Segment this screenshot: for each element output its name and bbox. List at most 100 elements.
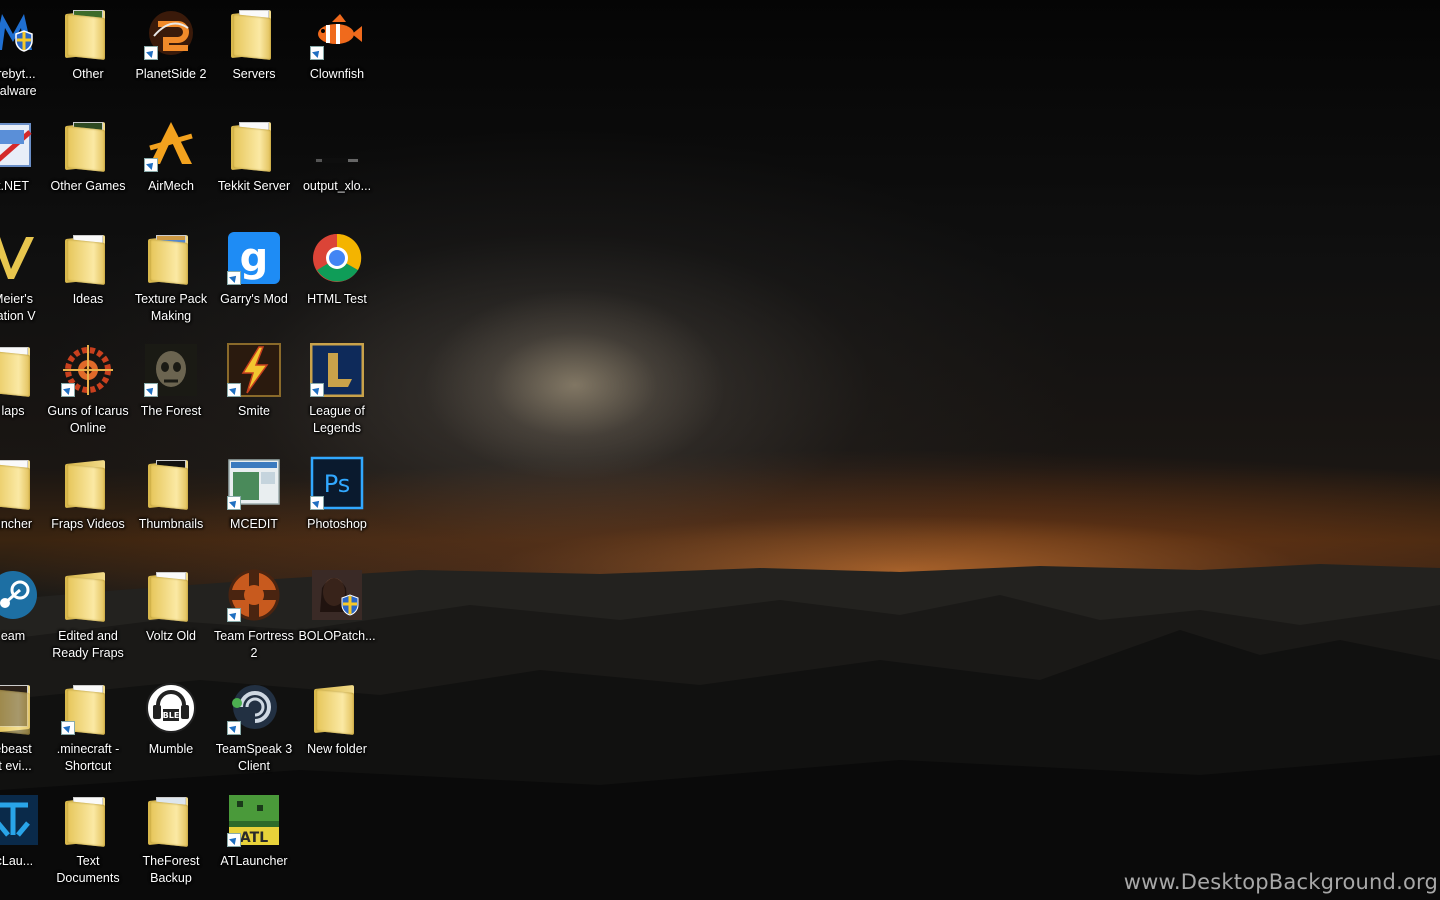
icon-atlauncher[interactable]: ATL ATLauncher [214,793,294,870]
icon-label: Clownfish [309,67,365,81]
icon-civilization-v[interactable]: Meier's zation V [0,231,53,325]
icon-voltz-old[interactable]: Voltz Old [131,568,211,645]
chrome-icon [310,231,364,285]
icon-texture-pack-making[interactable]: Texture Pack Making [131,231,211,325]
garrys-mod-icon: g [227,231,281,285]
icon-teamspeak-3[interactable]: TeamSpeak 3 Client [214,681,294,775]
icon-label: Text Documents [56,854,120,885]
mumble-icon: BLE [144,681,198,735]
shortcut-arrow-icon [310,496,324,510]
bolopatch-icon [310,568,364,622]
folder-icon [61,456,115,510]
shortcut-arrow-icon [227,721,241,735]
icon-new-folder[interactable]: New folder [297,681,377,758]
icon-servers[interactable]: Servers [214,6,294,83]
folder-icon [144,568,198,622]
planetside-icon [144,6,198,60]
shortcut-arrow-icon [144,46,158,60]
svg-text:Ps: Ps [324,470,351,498]
folder-icon [61,118,115,172]
icon-photoshop[interactable]: Ps Photoshop [297,456,377,533]
icon-label: output_xlo... [302,179,372,193]
shortcut-arrow-icon [144,383,158,397]
shortcut-arrow-icon [61,383,75,397]
icon-mumble[interactable]: BLE Mumble [131,681,211,758]
icon-fraps-videos[interactable]: Fraps Videos [48,456,128,533]
shortcut-arrow-icon [310,383,324,397]
icon-label: Edited and Ready Fraps [52,629,124,660]
icon-label: Other Games [50,179,126,193]
icon-theforest-backup[interactable]: TheForest Backup [131,793,211,887]
icon-mcedit[interactable]: MCEDIT [214,456,294,533]
icon-label: BOLOPatch... [298,629,376,643]
smite-icon [227,343,281,397]
folder-icon [144,456,198,510]
icon-minecraft-shortcut[interactable]: .minecraft - Shortcut [48,681,128,775]
malwarebytes-icon [0,6,40,60]
icon-label: Garry's Mod [220,292,288,306]
icon-label: Guns of Icarus Online [47,404,129,435]
icon-label: HTML Test [307,292,367,306]
civ5-icon [0,231,40,285]
icon-label: TeamSpeak 3 Client [215,742,293,773]
icon-league-of-legends[interactable]: League of Legends [297,343,377,437]
icon-label: League of Legends [309,404,365,435]
paintnet-icon [0,118,40,172]
shortcut-arrow-icon [227,608,241,622]
icon-label: Texture Pack Making [134,292,208,323]
shortcut-arrow-icon [310,46,324,60]
icon-label: AirMech [148,179,194,193]
icon-planetside-2[interactable]: PlanetSide 2 [131,6,211,83]
icon-label: Other [72,67,104,81]
icon-smite[interactable]: Smite [214,343,294,420]
icon-label: TheForest Backup [142,854,200,885]
folder-icon [227,6,281,60]
photoshop-icon: Ps [310,456,364,510]
icon-label: Team Fortress 2 [214,629,294,660]
icon-guns-of-icarus[interactable]: Guns of Icarus Online [47,343,129,437]
shortcut-arrow-icon [227,496,241,510]
icon-garrys-mod[interactable]: g Garry's Mod [214,231,294,308]
folder-icon [310,681,364,735]
icon-label: Voltz Old [145,629,197,643]
folder-icon [0,343,40,397]
icon-edited-ready-fraps[interactable]: Edited and Ready Fraps [48,568,128,662]
mcedit-icon [227,456,281,510]
icon-other-games[interactable]: Other Games [48,118,128,195]
icon-bolopatch[interactable]: BOLOPatch... [297,568,377,645]
icon-label: PlanetSide 2 [135,67,207,81]
the-forest-icon [144,343,198,397]
icon-label: .minecraft - Shortcut [56,742,120,773]
icon-output-xlo[interactable]: output_xlo... [297,118,377,195]
image-file-icon [310,118,364,172]
shortcut-arrow-icon [61,721,75,735]
icon-malwarebytes[interactable]: arebyt... Malware [0,6,53,100]
icon-the-forest[interactable]: The Forest [131,343,211,420]
icon-label: New folder [307,742,367,756]
icon-text-documents[interactable]: Text Documents [48,793,128,887]
clownfish-icon [310,6,364,60]
icon-thumbnails[interactable]: Thumbnails [131,456,211,533]
icon-clownfish[interactable]: Clownfish [297,6,377,83]
svg-text:ATL: ATL [240,830,268,846]
technic-icon [0,793,40,847]
folder-icon [0,681,40,735]
shortcut-arrow-icon [227,383,241,397]
icon-tekkit-server[interactable]: Tekkit Server [214,118,294,195]
icon-team-fortress-2[interactable]: Team Fortress 2 [214,568,294,662]
icon-label: MCEDIT [230,517,278,531]
icon-ideas[interactable]: Ideas [48,231,128,308]
icon-other[interactable]: Other [48,6,128,83]
svg-text:g: g [240,235,269,281]
folder-icon [144,793,198,847]
steam-icon [0,568,40,622]
shortcut-arrow-icon [227,833,241,847]
folder-icon [227,118,281,172]
icon-label: Servers [232,67,276,81]
desktop-icon-grid: arebyt... Malware Other PlanetSide 2 Ser… [0,0,380,900]
svg-text:BLE: BLE [163,711,180,720]
icon-label: Ideas [72,292,104,306]
icon-label: Smite [238,404,270,418]
icon-html-test[interactable]: HTML Test [297,231,377,308]
icon-airmech[interactable]: AirMech [131,118,211,195]
